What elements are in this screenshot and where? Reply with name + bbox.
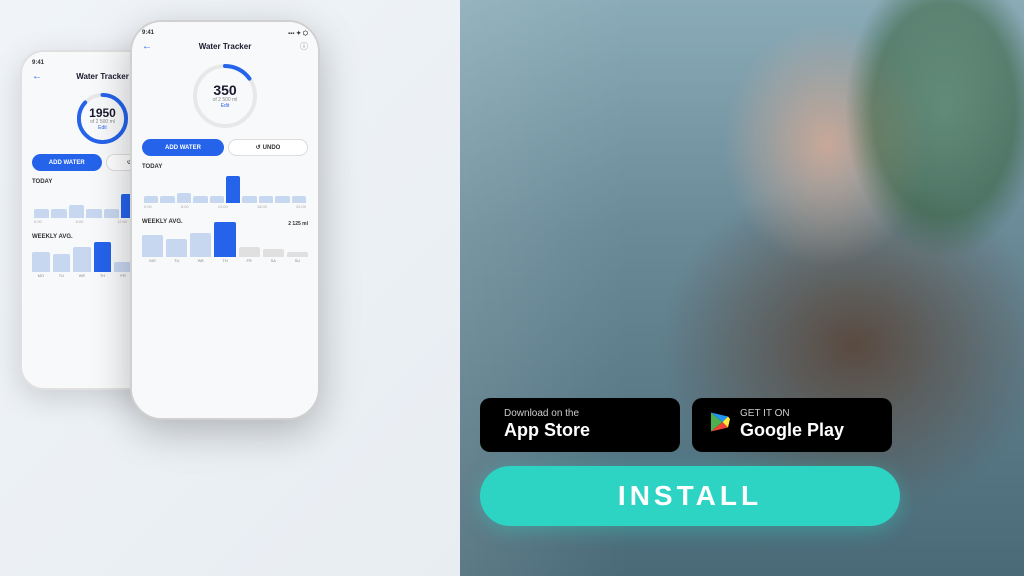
circle-inner-front: 350 of 2 500 ml Edit — [213, 83, 238, 109]
x-labels-front: 0:00 6:00 12:00 18:00 24:00 — [142, 203, 308, 209]
wk-bar — [239, 247, 260, 257]
phone-front: 9:41 ▪▪▪ ✦ ⬡ ← Water Tracker ⓘ 350 of 2 … — [130, 20, 320, 420]
bar — [144, 196, 158, 204]
undo-label-front: UNDO — [263, 145, 281, 151]
add-water-btn-front[interactable]: ADD WATER — [142, 139, 224, 156]
wk-bar — [53, 254, 71, 272]
header-front: ← Water Tracker ⓘ — [138, 39, 312, 55]
undo-btn-front[interactable]: ↺ UNDO — [228, 139, 308, 156]
bar — [34, 209, 49, 218]
wk-bar — [166, 239, 187, 257]
bar — [86, 209, 101, 218]
bar — [292, 196, 306, 204]
undo-icon-front: ↺ — [256, 144, 261, 151]
weekly-label-front: WEEKLY AVG. — [142, 219, 183, 225]
status-bar-front: 9:41 ▪▪▪ ✦ ⬡ — [138, 30, 312, 39]
google-play-small: GET IT ON — [740, 408, 844, 420]
time-front: 9:41 — [142, 30, 154, 37]
circle-container-front: 350 of 2 500 ml Edit — [138, 55, 312, 135]
circle-front: 350 of 2 500 ml Edit — [190, 61, 260, 131]
title-front: Water Tracker — [199, 42, 252, 51]
circle-inner-back: 1950 of 2 500 ml Edit — [89, 107, 116, 131]
bar — [69, 205, 84, 219]
play-icon — [708, 410, 732, 441]
bar — [160, 196, 174, 204]
daily-bars-front — [142, 173, 308, 203]
wk-bar — [142, 235, 163, 257]
google-play-large: Google Play — [740, 420, 844, 442]
water-amount-back: 1950 — [89, 107, 116, 119]
time-back: 9:41 — [32, 60, 44, 67]
add-water-btn-back[interactable]: ADD WATER — [32, 154, 102, 171]
bar — [275, 196, 289, 204]
today-label-front: TODAY — [142, 164, 308, 170]
bar — [210, 196, 224, 204]
wk-group: TU — [166, 239, 187, 263]
wk-group: WE — [73, 247, 91, 278]
water-amount-front: 350 — [213, 83, 238, 97]
app-store-large: App Store — [504, 420, 590, 442]
info-icon-front: ⓘ — [300, 41, 308, 52]
bar — [259, 196, 273, 204]
bar — [177, 193, 191, 204]
right-panel: Download on the App Store GET IT ON Goo — [460, 0, 1024, 576]
bar — [242, 196, 256, 204]
google-play-text: GET IT ON Google Play — [740, 408, 844, 442]
weekly-value-front: 2 125 ml — [288, 221, 308, 227]
wk-bar — [287, 252, 308, 257]
wk-group: TU — [53, 254, 71, 278]
circle-back: 1950 of 2 500 ml Edit — [75, 91, 130, 146]
store-buttons: Download on the App Store GET IT ON Goo — [480, 398, 892, 452]
edit-front: Edit — [213, 103, 238, 109]
wk-bar-active — [94, 242, 112, 272]
bar-active — [226, 176, 240, 203]
chart-today-front: TODAY 0:00 6:00 12:00 1 — [138, 160, 312, 211]
wk-group: MO — [142, 235, 163, 263]
btn-row-front: ADD WATER ↺ UNDO — [138, 135, 312, 160]
app-store-small: Download on the — [504, 408, 590, 420]
app-store-button[interactable]: Download on the App Store — [480, 398, 680, 452]
wk-group: FR — [239, 247, 260, 263]
wk-group: TH — [214, 222, 235, 263]
left-panel: 9:41 ▪▪ ✦ ← Water Tracker 1950 of 2 500 … — [0, 0, 460, 576]
google-play-button[interactable]: GET IT ON Google Play — [692, 398, 892, 452]
title-back: Water Tracker — [76, 72, 129, 81]
chart-weekly-front: WEEKLY AVG. 2 125 ml MO TU WE — [138, 215, 312, 265]
phone-front-screen: 9:41 ▪▪▪ ✦ ⬡ ← Water Tracker ⓘ 350 of 2 … — [132, 22, 318, 418]
wk-bar — [73, 247, 91, 272]
wk-bar — [263, 249, 284, 257]
bar — [193, 196, 207, 204]
app-store-text: Download on the App Store — [504, 408, 590, 442]
back-arrow-front: ← — [142, 41, 152, 52]
bar — [104, 209, 119, 218]
wk-bar — [32, 252, 50, 272]
wk-group: MO — [32, 252, 50, 278]
wk-group: SA — [263, 249, 284, 263]
wk-bar — [190, 233, 211, 257]
wk-group: TH — [94, 242, 112, 278]
wk-group: SU — [287, 252, 308, 263]
wk-group: WE — [190, 233, 211, 263]
signal-icons-front: ▪▪▪ ✦ ⬡ — [288, 30, 308, 37]
edit-back: Edit — [89, 125, 116, 131]
wk-bar-active — [214, 222, 235, 257]
weekly-bars-front: MO TU WE TH — [142, 228, 308, 263]
back-arrow-back: ← — [32, 71, 42, 82]
install-button[interactable]: INSTALL — [480, 466, 900, 526]
bar — [51, 209, 66, 218]
